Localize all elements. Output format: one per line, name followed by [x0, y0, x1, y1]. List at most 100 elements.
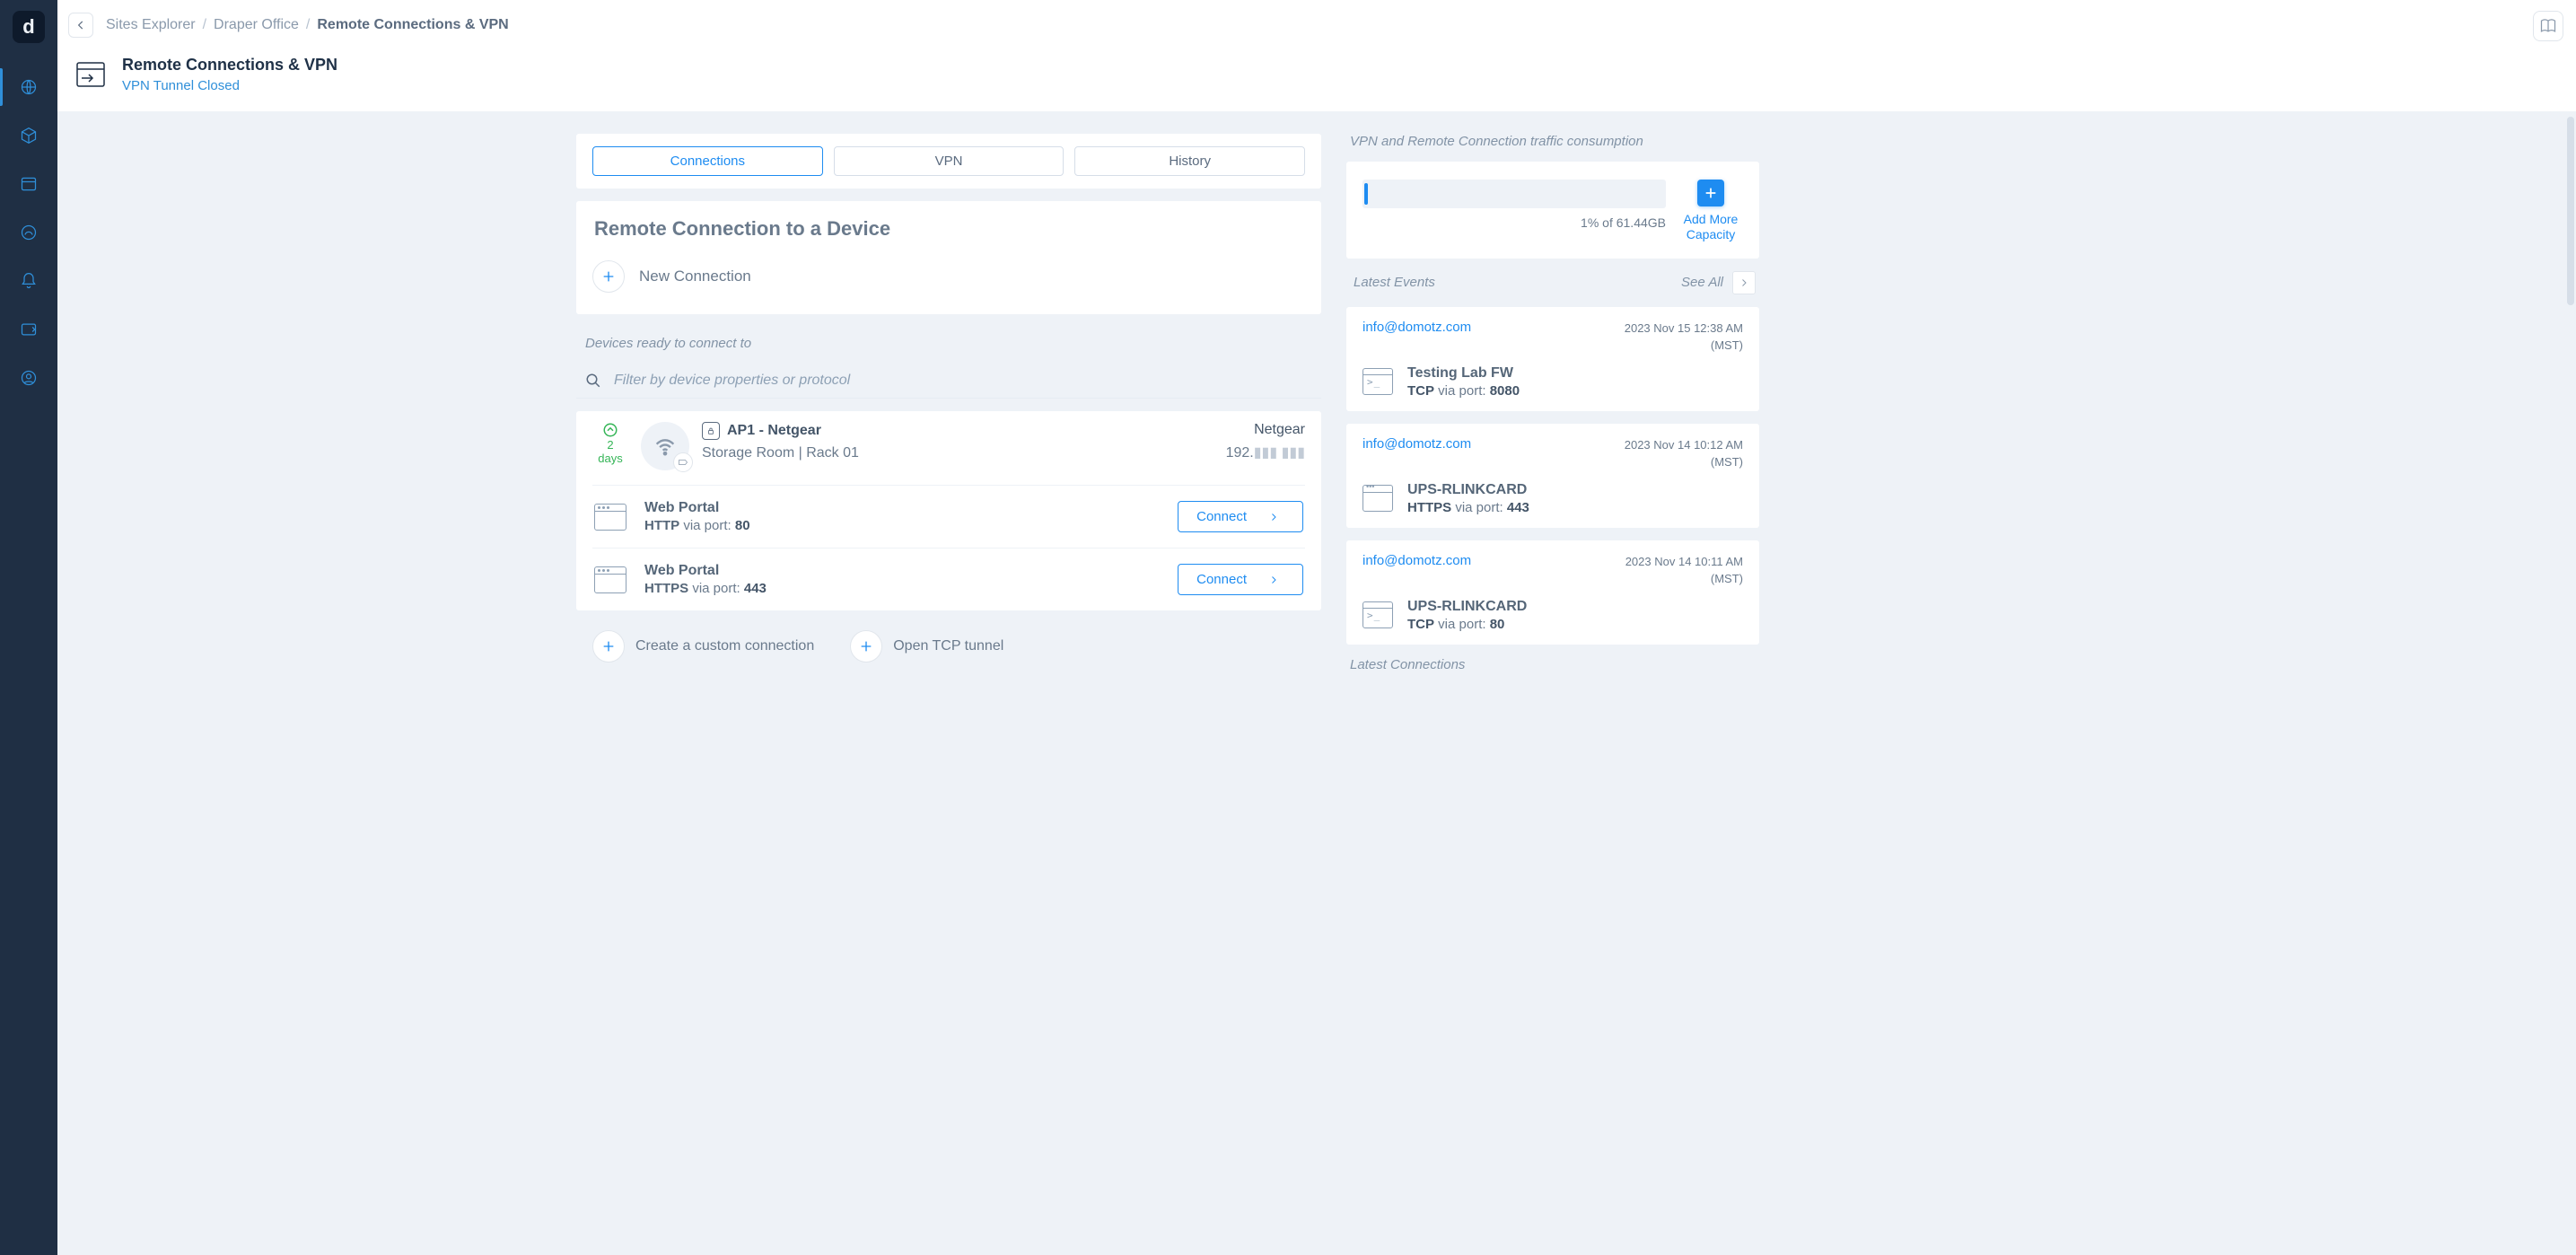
tab-history[interactable]: History	[1074, 146, 1305, 176]
device-avatar	[641, 422, 689, 470]
tabs: Connections VPN History	[576, 134, 1321, 189]
new-connection-label: New Connection	[639, 268, 751, 285]
latest-connections-title: Latest Connections	[1346, 657, 1759, 672]
browser-window-icon	[1362, 485, 1393, 512]
device-name[interactable]: AP1 - Netgear	[727, 423, 821, 439]
add-capacity[interactable]: Add More Capacity	[1678, 180, 1743, 242]
breadcrumb-separator: /	[306, 17, 310, 33]
chevron-left-icon	[74, 19, 87, 31]
tab-vpn[interactable]: VPN	[834, 146, 1065, 176]
browser-icon	[594, 566, 626, 593]
plus-button[interactable]	[592, 630, 625, 663]
chevron-right-icon	[1739, 277, 1749, 288]
event-card[interactable]: info@domotz.com 2023 Nov 15 12:38 AM(MST…	[1346, 307, 1759, 411]
event-actor[interactable]: info@domotz.com	[1362, 320, 1471, 335]
left-column: Connections VPN History Remote Connectio…	[576, 134, 1321, 663]
device-ip: 192.▮▮▮ ▮▮▮	[1226, 443, 1305, 461]
cube-icon	[20, 127, 38, 145]
device-location: Storage Room | Rack 01	[702, 445, 1214, 461]
app-logo[interactable]: d	[13, 11, 45, 43]
connection-protocol: HTTPS	[644, 581, 688, 596]
device-info: AP1 - Netgear Storage Room | Rack 01	[702, 422, 1214, 461]
plus-button[interactable]	[850, 630, 882, 663]
nav-item-dashboard[interactable]	[19, 174, 39, 194]
connect-button[interactable]: Connect	[1178, 501, 1303, 532]
breadcrumb-site[interactable]: Draper Office	[214, 17, 299, 33]
device-head: 2 days	[592, 422, 1305, 485]
tab-connections[interactable]: Connections	[592, 146, 823, 176]
device-uptime: 2 days	[592, 422, 628, 465]
browser-icon	[594, 504, 626, 531]
breadcrumb-current: Remote Connections & VPN	[317, 17, 508, 33]
event-device-name: UPS-RLINKCARD	[1407, 599, 1527, 615]
nav-item-account[interactable]	[19, 368, 39, 388]
consumption-card: 1% of 61.44GB Add More Capacity	[1346, 162, 1759, 259]
scrollbar[interactable]	[2567, 117, 2574, 305]
connection-title: Web Portal	[644, 563, 767, 579]
arrow-up-circle-icon	[602, 422, 618, 438]
back-button[interactable]	[68, 13, 93, 38]
gauge-icon	[20, 224, 38, 241]
see-all-link[interactable]: See All	[1681, 275, 1723, 290]
add-capacity-button[interactable]	[1697, 180, 1724, 206]
create-custom-connection[interactable]: Create a custom connection	[592, 630, 814, 663]
nav-item-monitoring[interactable]	[19, 223, 39, 242]
event-timestamp: 2023 Nov 14 10:12 AM(MST)	[1625, 436, 1743, 471]
breadcrumb: Sites Explorer / Draper Office / Remote …	[106, 17, 509, 33]
left-nav: d	[0, 0, 57, 1255]
connection-row: Web Portal HTTP via port: 80 Connect	[592, 485, 1305, 548]
terminal-icon	[1362, 368, 1393, 395]
connection-port: 80	[735, 518, 750, 533]
tag-icon	[678, 457, 688, 468]
connection-row: Web Portal HTTPS via port: 443 Connect	[592, 548, 1305, 610]
terminal-icon	[1362, 601, 1393, 628]
lock-icon	[702, 422, 720, 440]
event-actor[interactable]: info@domotz.com	[1362, 436, 1471, 452]
new-connection-button[interactable]	[592, 260, 625, 293]
event-device-name: Testing Lab FW	[1407, 365, 1520, 382]
event-actor[interactable]: info@domotz.com	[1362, 553, 1471, 568]
page-title: Remote Connections & VPN	[122, 56, 337, 75]
open-tcp-tunnel[interactable]: Open TCP tunnel	[850, 630, 1003, 663]
consumption-title: VPN and Remote Connection traffic consum…	[1346, 134, 1759, 149]
see-all-button[interactable]	[1732, 271, 1756, 294]
connection-title: Web Portal	[644, 500, 750, 516]
connection-text: Web Portal HTTP via port: 80	[644, 500, 750, 533]
devices-ready-hint: Devices ready to connect to	[576, 327, 1321, 351]
help-docs-button[interactable]	[2533, 11, 2563, 41]
nav-item-sites[interactable]	[19, 77, 39, 97]
device-meta: Netgear 192.▮▮▮ ▮▮▮	[1226, 422, 1305, 461]
filter-input[interactable]	[614, 373, 1312, 389]
plus-icon	[1704, 186, 1718, 200]
remote-connection-card: Remote Connection to a Device New Connec…	[576, 201, 1321, 314]
uptime-value: 2	[607, 438, 613, 452]
breadcrumb-root[interactable]: Sites Explorer	[106, 17, 196, 33]
nav-item-inventory[interactable]	[19, 126, 39, 145]
device-filter	[576, 364, 1321, 399]
wifi-icon	[653, 434, 678, 459]
latest-events-header: Latest Events See All	[1346, 271, 1759, 294]
plus-icon	[601, 639, 616, 654]
search-icon	[585, 373, 601, 389]
uptime-unit: days	[598, 452, 622, 465]
page-header: Remote Connections & VPN VPN Tunnel Clos…	[57, 50, 2576, 112]
chevron-right-icon	[1268, 575, 1279, 585]
device-type-badge	[673, 452, 693, 472]
nav-item-tickets[interactable]	[19, 320, 39, 339]
event-card[interactable]: info@domotz.com 2023 Nov 14 10:12 AM(MST…	[1346, 424, 1759, 528]
page-subtitle: VPN Tunnel Closed	[122, 78, 337, 93]
right-column: VPN and Remote Connection traffic consum…	[1346, 134, 1759, 672]
connect-button[interactable]: Connect	[1178, 564, 1303, 595]
latest-events-title: Latest Events	[1350, 275, 1439, 290]
breadcrumb-separator: /	[203, 17, 206, 33]
chevron-right-icon	[1268, 512, 1279, 522]
nav-item-alerts[interactable]	[19, 271, 39, 291]
device-vendor: Netgear	[1226, 422, 1305, 438]
progress-text: 1% of 61.44GB	[1362, 215, 1666, 230]
new-connection-row[interactable]: New Connection	[592, 260, 1305, 293]
connection-protocol: HTTP	[644, 518, 679, 533]
bell-icon	[20, 272, 38, 290]
event-card[interactable]: info@domotz.com 2023 Nov 14 10:11 AM(MST…	[1346, 540, 1759, 645]
remote-connection-icon	[76, 62, 105, 87]
book-icon	[2539, 17, 2557, 35]
